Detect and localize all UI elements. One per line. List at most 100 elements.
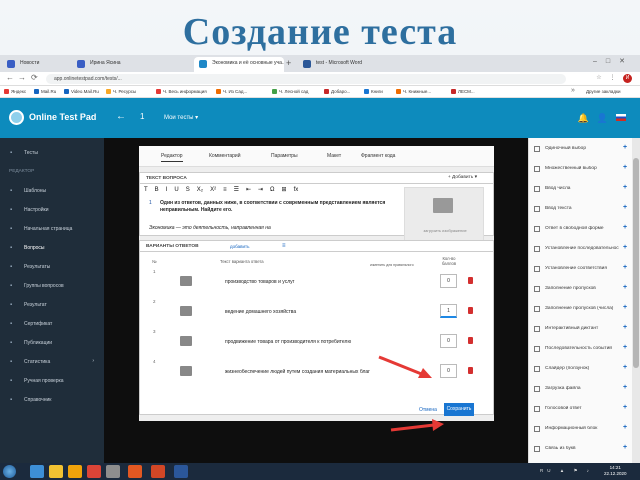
sidebar-item[interactable]: ▪ Результат xyxy=(0,298,104,314)
app-logo[interactable]: Online Test Pad xyxy=(29,112,96,122)
url-input[interactable]: app.onlinetestpad.com/tests/... xyxy=(46,74,566,84)
answer-image-icon[interactable] xyxy=(180,276,192,286)
toolbar-button[interactable]: ⇥ xyxy=(258,187,263,193)
trash-icon[interactable] xyxy=(468,277,473,284)
toolbar-button[interactable]: B xyxy=(155,187,159,193)
add-question-type-icon[interactable]: + xyxy=(623,264,627,271)
clock[interactable]: 14:21 22.12.2020 xyxy=(604,465,627,477)
add-question-type-icon[interactable]: + xyxy=(623,404,627,411)
bookmarks-more-icon[interactable]: » xyxy=(571,87,575,94)
browser-tab[interactable]: Новости xyxy=(2,57,68,72)
bookmark[interactable]: Яндекс xyxy=(4,89,26,94)
new-tab-button[interactable]: + xyxy=(286,58,291,68)
add-question-type-icon[interactable]: + xyxy=(623,424,627,431)
question-type-item[interactable]: Установление последовательности + xyxy=(529,240,637,258)
taskbar-app-icon[interactable] xyxy=(151,465,165,478)
add-question-type-icon[interactable]: + xyxy=(623,324,627,331)
language-flag-icon[interactable] xyxy=(616,114,626,121)
answer-image-icon[interactable] xyxy=(180,306,192,316)
scrollbar-thumb[interactable] xyxy=(633,158,639,368)
toolbar-button[interactable]: ≡ xyxy=(223,187,227,193)
answer-image-icon[interactable] xyxy=(180,336,192,346)
add-question-type-icon[interactable]: + xyxy=(623,304,627,311)
sidebar-item[interactable]: ▪ Статистика › xyxy=(0,355,104,371)
sidebar-item[interactable]: ▪ Вопросы xyxy=(0,241,104,257)
scrollbar[interactable] xyxy=(632,138,640,463)
toolbar-button[interactable]: X₂ xyxy=(197,187,203,193)
sidebar-item[interactable]: ▪ Начальная страница xyxy=(0,222,104,238)
toolbar-button[interactable]: fx xyxy=(294,187,299,193)
question-type-item[interactable]: Загрузка файла + xyxy=(529,380,637,398)
add-question-type-icon[interactable]: + xyxy=(623,384,627,391)
question-type-item[interactable]: Информационный блок + xyxy=(529,420,637,438)
answer-score-input[interactable]: 0 xyxy=(440,274,457,288)
answer-score-input[interactable]: 0 xyxy=(440,334,457,348)
save-button[interactable]: Сохранить xyxy=(444,403,474,416)
reload-icon[interactable]: ⟳ xyxy=(31,73,38,82)
question-type-item[interactable]: Голосовой ответ + xyxy=(529,400,637,418)
browser-actions[interactable]: ☆ ⋮ И xyxy=(596,74,632,83)
toolbar-button[interactable]: ☰ xyxy=(234,187,239,193)
add-question-type-icon[interactable]: + xyxy=(623,284,627,291)
question-definition[interactable]: Экономика — это деятельность, направленн… xyxy=(149,225,399,231)
bookmark[interactable]: Добаро... xyxy=(324,89,350,94)
editor-tab[interactable]: Фрагмент кода xyxy=(361,153,395,159)
forward-icon[interactable]: → xyxy=(18,73,26,82)
header-tests-dropdown[interactable]: Мои тесты ▾ xyxy=(164,114,198,121)
bookmark[interactable]: Video.Mail.Ru xyxy=(64,89,99,94)
question-type-item[interactable]: Заполнение пропусков + xyxy=(529,280,637,298)
taskbar-app-icon[interactable] xyxy=(128,465,142,478)
bookmark[interactable]: Ч. Весь информация xyxy=(156,89,207,94)
taskbar-app-icon[interactable] xyxy=(106,465,120,478)
sidebar-item[interactable]: ▪ Публикации xyxy=(0,336,104,352)
bookmark[interactable]: Mail.Ru xyxy=(34,89,56,94)
image-upload-area[interactable]: загрузить изображение xyxy=(404,187,484,242)
sidebar-item[interactable]: ▪ Тесты xyxy=(0,146,104,162)
add-question-type-icon[interactable]: + xyxy=(623,224,627,231)
question-type-item[interactable]: Ответ в свободной форме + xyxy=(529,220,637,238)
browser-tab[interactable]: Ирина Ясина xyxy=(72,57,172,72)
question-type-item[interactable]: Ввод текста + xyxy=(529,200,637,218)
toolbar-button[interactable]: X² xyxy=(210,187,216,193)
bookmark[interactable]: ЛЕСМ... xyxy=(451,89,475,94)
answer-text[interactable]: производство товаров и услуг xyxy=(225,279,410,285)
cancel-link[interactable]: Отмена xyxy=(419,407,437,413)
header-back-icon[interactable]: ← xyxy=(116,111,126,122)
trash-icon[interactable] xyxy=(468,367,473,374)
answer-score-input[interactable]: 1 xyxy=(440,304,457,318)
toolbar-button[interactable]: U xyxy=(174,187,178,193)
editor-tab[interactable]: Редактор xyxy=(161,153,183,162)
question-type-item[interactable]: Последовательность событий + xyxy=(529,340,637,358)
toolbar-button[interactable]: Т xyxy=(144,187,148,193)
answer-text[interactable]: продвижение товара от производителя к по… xyxy=(225,339,410,345)
taskbar-app-icon[interactable] xyxy=(49,465,63,478)
bell-icon[interactable]: 🔔 xyxy=(578,113,589,123)
add-question-type-icon[interactable]: + xyxy=(623,204,627,211)
browser-tab[interactable]: Экономика и её основные уча... xyxy=(194,57,284,72)
toolbar-button[interactable]: I xyxy=(166,187,168,193)
toolbar-button[interactable]: ⇤ xyxy=(246,187,251,193)
taskbar-app-icon[interactable] xyxy=(30,465,44,478)
add-question-type-icon[interactable]: + xyxy=(623,164,627,171)
sidebar-item[interactable]: ▪ Результаты xyxy=(0,260,104,276)
question-type-item[interactable]: Ввод числа + xyxy=(529,180,637,198)
bookmark[interactable]: Книги xyxy=(364,89,383,94)
sidebar-item[interactable]: ▪ Настройки xyxy=(0,203,104,219)
back-icon[interactable]: ← xyxy=(6,73,14,82)
add-question-type-icon[interactable]: + xyxy=(623,364,627,371)
system-tray[interactable]: RU ▲ ⚑ ♪ xyxy=(540,468,593,474)
taskbar-app-icon[interactable] xyxy=(68,465,82,478)
add-dropdown[interactable]: + Добавить ▾ xyxy=(448,175,477,180)
profile-avatar[interactable]: И xyxy=(623,74,632,83)
trash-icon[interactable] xyxy=(468,337,473,344)
question-type-item[interactable]: Заполнение пропусков (числа) + xyxy=(529,300,637,318)
answers-add-button[interactable]: добавить xyxy=(230,244,249,249)
bookmark[interactable]: Ч. Лесной сад xyxy=(272,89,308,94)
answer-text[interactable]: ведение домашнего хозяйства xyxy=(225,309,410,315)
taskbar-app-icon[interactable] xyxy=(174,465,188,478)
add-question-type-icon[interactable]: + xyxy=(623,244,627,251)
window-controls[interactable]: –□✕ xyxy=(593,57,634,65)
bookmark[interactable]: Ч. Ресурсы xyxy=(106,89,136,94)
sidebar-item[interactable]: ▪ Сертификат xyxy=(0,317,104,333)
toolbar-button[interactable]: Ω xyxy=(270,187,275,193)
